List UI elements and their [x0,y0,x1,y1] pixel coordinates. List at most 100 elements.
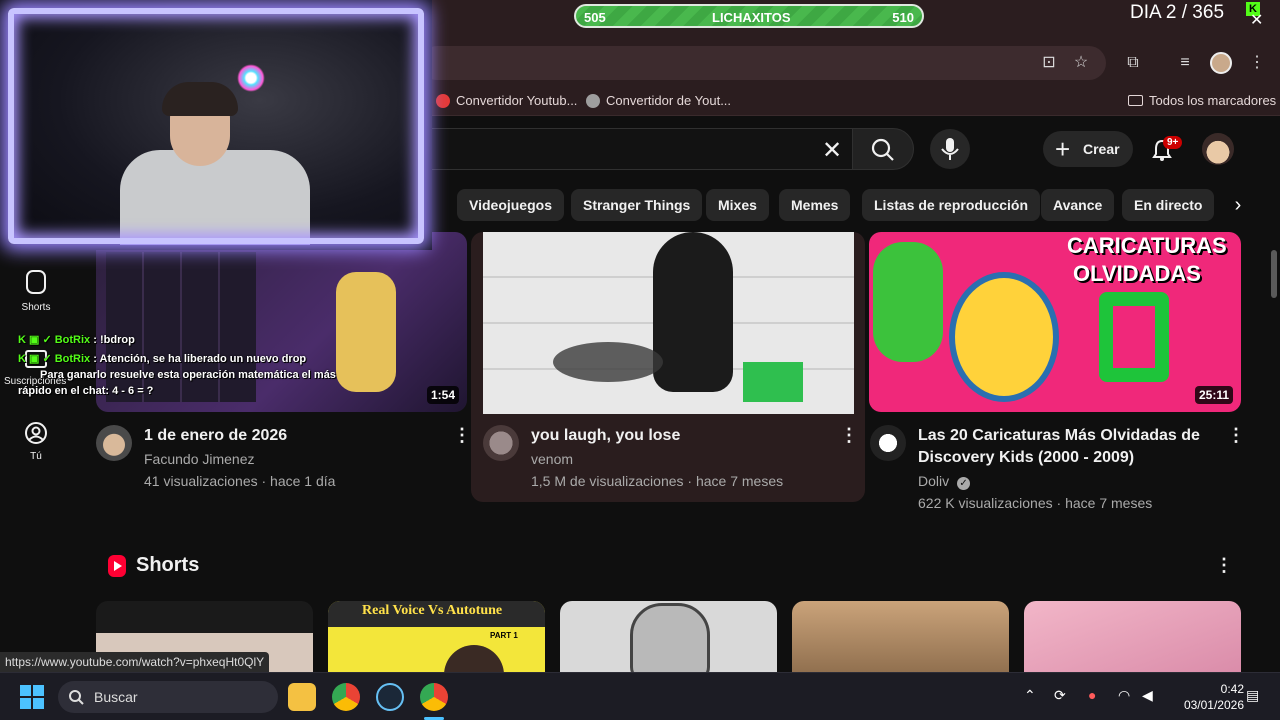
chip-listas[interactable]: Listas de reproducción [862,189,1041,221]
chat-message: Para ganarlo resuelve esta operación mat… [40,369,336,381]
taskbar-search[interactable]: Buscar [58,681,278,713]
chip-videojuegos[interactable]: Videojuegos [457,189,564,221]
chip-memes[interactable]: Memes [779,189,851,221]
video-thumbnail[interactable] [483,232,854,414]
tray-chevron-up-icon[interactable]: ⌃ [1024,687,1036,704]
extensions-icon[interactable]: ⧉ [1122,52,1144,74]
clock-time: 0:42 [1220,682,1244,696]
shorts-section-header: Shorts [108,554,199,577]
channel-name-text: Doliv [918,473,950,489]
steam-icon[interactable] [376,683,404,711]
shorts-section-title: Shorts [136,554,200,576]
link-hover-url: https://www.youtube.com/watch?v=phxeqHt0… [0,652,270,672]
clock-date: 03/01/2026 [1183,698,1244,712]
short-thumbnail[interactable] [560,601,777,681]
youtube-converter-icon [436,93,450,108]
skull-mask [630,603,710,681]
all-bookmarks-button[interactable]: Todos los marcadores [1128,93,1276,108]
volume-icon[interactable]: ◀ [1142,687,1153,704]
video-title[interactable]: 1 de enero de 2026 [144,425,444,447]
wifi-icon[interactable]: ◠ [1118,687,1130,704]
folder-icon [1128,95,1143,106]
notifications-icon[interactable]: ▤ [1246,687,1259,704]
more-options-icon[interactable]: ⋮ [453,426,471,444]
search-icon [69,690,84,705]
youtube-search-input[interactable] [420,128,852,170]
microphone-icon[interactable]: ● [1088,687,1096,703]
search-icon [871,138,894,161]
scrollbar-thumb[interactable] [1271,250,1277,298]
chat-message: K ▣ ✓ BotRix : !bdrop [18,333,135,346]
channel-name[interactable]: Facundo Jimenez [144,448,255,470]
chrome-profile-icon[interactable] [420,683,448,711]
create-label: Crear [1083,141,1120,157]
streamer-webcam [0,0,432,250]
video-title[interactable]: you laugh, you lose [531,425,831,447]
chat-text: : !bdrop [93,334,135,346]
sidebar-item-label: Shorts [21,302,51,313]
webcam-frame [8,8,424,244]
channel-name[interactable]: venom [531,448,573,470]
taskbar-search-label: Buscar [94,689,138,705]
chips-next-chevron-icon[interactable]: › [1222,189,1254,221]
page-scrollbar[interactable] [1268,124,1280,672]
sidebar-item-shorts[interactable]: Shorts [0,270,72,313]
video-stats: 41 visualizaciones · hace 1 día [144,473,336,489]
progress-label: LICHAXITOS [712,10,791,25]
dustpan [743,362,803,402]
bookmark-star-icon[interactable]: ☆ [1070,52,1092,74]
bookmark-item[interactable]: Convertidor de Yout... [586,93,731,108]
thumbnail-text-line: CARICATURAS [1067,233,1227,258]
search-button[interactable] [852,128,914,170]
clear-search-icon[interactable]: ✕ [822,136,842,165]
chip-en-directo[interactable]: En directo [1122,189,1215,221]
spill [553,342,663,382]
microphone-icon [941,138,959,160]
more-options-icon[interactable]: ⋮ [1227,426,1245,444]
window-close-icon[interactable]: ✕ [1250,10,1263,30]
sidebar-item-you[interactable]: Tú [0,421,72,462]
notification-badge: 9+ [1163,136,1183,149]
green-dino [873,242,943,362]
taskbar-clock[interactable]: 0:42 03/01/2026 [1168,681,1244,713]
bookmark-label: Convertidor Youtub... [456,93,578,108]
stream-progress-bar: 505 LICHAXITOS 510 [574,4,924,28]
shorts-more-options-icon[interactable]: ⋮ [1215,556,1233,574]
short-thumbnail[interactable] [792,601,1009,681]
youtube-account-avatar[interactable] [1202,133,1234,165]
windows-start-icon[interactable] [20,685,44,709]
cartoon-character [949,272,1059,402]
chip-mixes[interactable]: Mixes [706,189,769,221]
address-bar[interactable] [420,46,1106,80]
short-thumbnail[interactable]: Real Voice Vs Autotune PART 1 [328,601,545,681]
file-explorer-icon[interactable] [288,683,316,711]
channel-avatar[interactable] [870,425,906,461]
media-control-icon[interactable]: ≡ [1174,52,1196,74]
channel-avatar[interactable] [96,425,132,461]
progress-right-value: 510 [892,10,914,25]
video-thumbnail[interactable]: CARICATURAS OLVIDADAS 25:11 [869,232,1241,412]
channel-name[interactable]: Doliv ✓ [918,470,971,492]
voice-search-button[interactable] [930,129,970,169]
create-button[interactable]: + Crear [1043,131,1133,167]
progress-left-value: 505 [584,10,606,25]
short-thumbnail[interactable] [1024,601,1241,681]
install-app-icon[interactable]: ⊡ [1038,52,1060,74]
chip-avance[interactable]: Avance [1041,189,1115,221]
more-options-icon[interactable]: ⋮ [840,426,858,444]
user-circle-icon [25,422,47,444]
verified-check-icon: ✓ [957,477,971,490]
video-title[interactable]: Las 20 Caricaturas Más Olvidadas de Disc… [918,425,1218,469]
chip-stranger-things[interactable]: Stranger Things [571,189,703,221]
sync-icon[interactable]: ⟳ [1054,687,1066,704]
browser-menu-icon[interactable]: ⋮ [1246,52,1268,74]
thumbnail-text-line: OLVIDADAS [1073,261,1201,286]
black-dog-figure [653,232,733,392]
video-stats: 622 K visualizaciones · hace 7 meses [918,495,1153,511]
screen: 505 LICHAXITOS 510 DIA 2 / 365 K ✕ ⊡ ☆ ⧉… [0,0,1280,720]
thumbnail-text: CARICATURAS OLVIDADAS [1067,232,1227,288]
channel-avatar[interactable] [483,425,519,461]
bookmark-item[interactable]: Convertidor Youtub... [436,93,577,108]
browser-profile-avatar[interactable] [1210,52,1232,74]
chrome-icon[interactable] [332,683,360,711]
